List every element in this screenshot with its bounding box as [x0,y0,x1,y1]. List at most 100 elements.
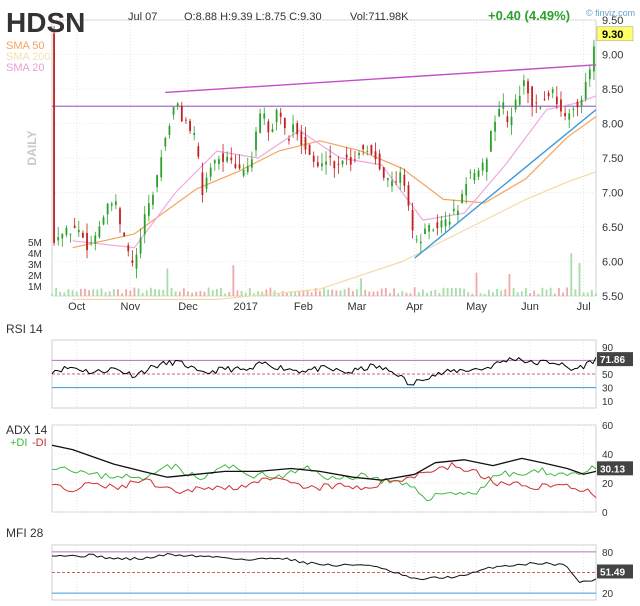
candle-body [436,222,439,229]
volume-bar [467,291,470,296]
volume-bar [166,268,169,296]
adx-plus-di-legend: +DI [10,437,27,449]
candle-body [440,220,443,228]
candle-body [411,210,414,231]
candle-body [531,86,534,107]
candle-body [469,171,472,173]
candle-body [555,96,558,105]
adx-tick-label: 20 [602,479,614,490]
volume-tick-label: 2M [28,271,42,282]
candle-body [584,81,587,100]
volume-bar [525,287,527,296]
candle-body [580,99,583,106]
x-tick-label: May [466,301,487,313]
candle-body [230,157,233,161]
candle-body [485,159,488,172]
volume-bar [211,290,214,296]
volume-bar [508,274,511,296]
volume-bar [323,288,325,296]
candle-body [391,180,393,187]
volume-bar [405,292,408,296]
volume-bar [553,293,556,296]
volume-bar [244,292,247,296]
volume-bar [356,289,358,296]
candle-body [374,151,377,160]
volume-bar [191,292,194,296]
volume-bar [368,291,371,296]
x-tick-label: Feb [294,301,313,313]
volume-bar [533,290,536,296]
volume-bar [100,288,103,296]
candle-body [160,157,163,178]
volume-bar [434,289,437,296]
volume-bar [570,253,573,296]
candle-body [527,81,529,94]
volume-bar [195,291,198,296]
candle-body [119,208,121,225]
volume-bar [129,290,132,296]
candle-body [296,123,299,135]
chart-canvas: Oct Nov Dec 2017 Feb Mar Apr May Jun Jul9.509.008… [6,7,635,601]
volume-bar [389,293,391,296]
volume-bar [187,291,189,296]
volume-bar [413,287,416,296]
ticker-symbol: HDSN [6,7,85,38]
volume-bar [224,293,226,296]
candle-body [250,159,253,168]
adx-tick-label: 60 [602,421,614,432]
candle-body [345,154,348,158]
candle-body [94,235,97,244]
volume-bar [380,288,383,296]
volume-bar [595,293,597,296]
candle-body [114,201,117,205]
candle-body [156,175,158,188]
candle-body [180,105,183,122]
header-date: Jul 07 [128,11,157,23]
candle-body [86,232,88,251]
candle-body [263,113,266,119]
candle-body [312,155,315,162]
candle-body [518,95,521,105]
volume-bar [487,289,490,296]
candle-body [61,234,64,239]
volume-bar [71,290,74,296]
volume-bar [454,287,457,296]
adx-tick-label: 40 [602,450,614,461]
candle-body [316,162,319,167]
x-tick-label: Mar [347,301,366,313]
candle-body [522,80,525,87]
candle-body [185,119,187,121]
candle-body [448,221,451,225]
volume-bar [529,293,531,296]
price-tick-label: 8.50 [602,84,623,96]
candle-body [452,208,455,212]
candle-body [65,227,68,235]
volume-bar [422,289,424,296]
candle-body [465,184,468,196]
rsi-title: RSI 14 [6,322,43,336]
volume-bar [438,292,441,296]
volume-bar [335,290,338,296]
volume-bar [141,292,144,296]
volume-bar [281,291,284,296]
volume-bar [446,287,449,296]
volume-bar [463,288,466,296]
volume-bar [318,290,321,296]
mfi-tick-label: 80 [602,548,614,559]
candle-body [110,203,113,206]
volume-bar [228,291,231,296]
volume-bar [351,291,354,296]
candle-body [308,144,311,155]
candle-body [543,99,546,100]
volume-bar [133,287,136,296]
volume-bar [586,292,589,296]
x-tick-label: Jun [521,301,539,313]
price-tick-label: 8.00 [602,119,623,131]
volume-bar [240,291,243,296]
volume-bar [121,293,123,296]
candle-body [69,234,72,236]
volume-bar [88,290,90,296]
candle-body [168,126,171,135]
candle-body [432,229,435,231]
price-tick-label: 6.00 [602,257,623,269]
